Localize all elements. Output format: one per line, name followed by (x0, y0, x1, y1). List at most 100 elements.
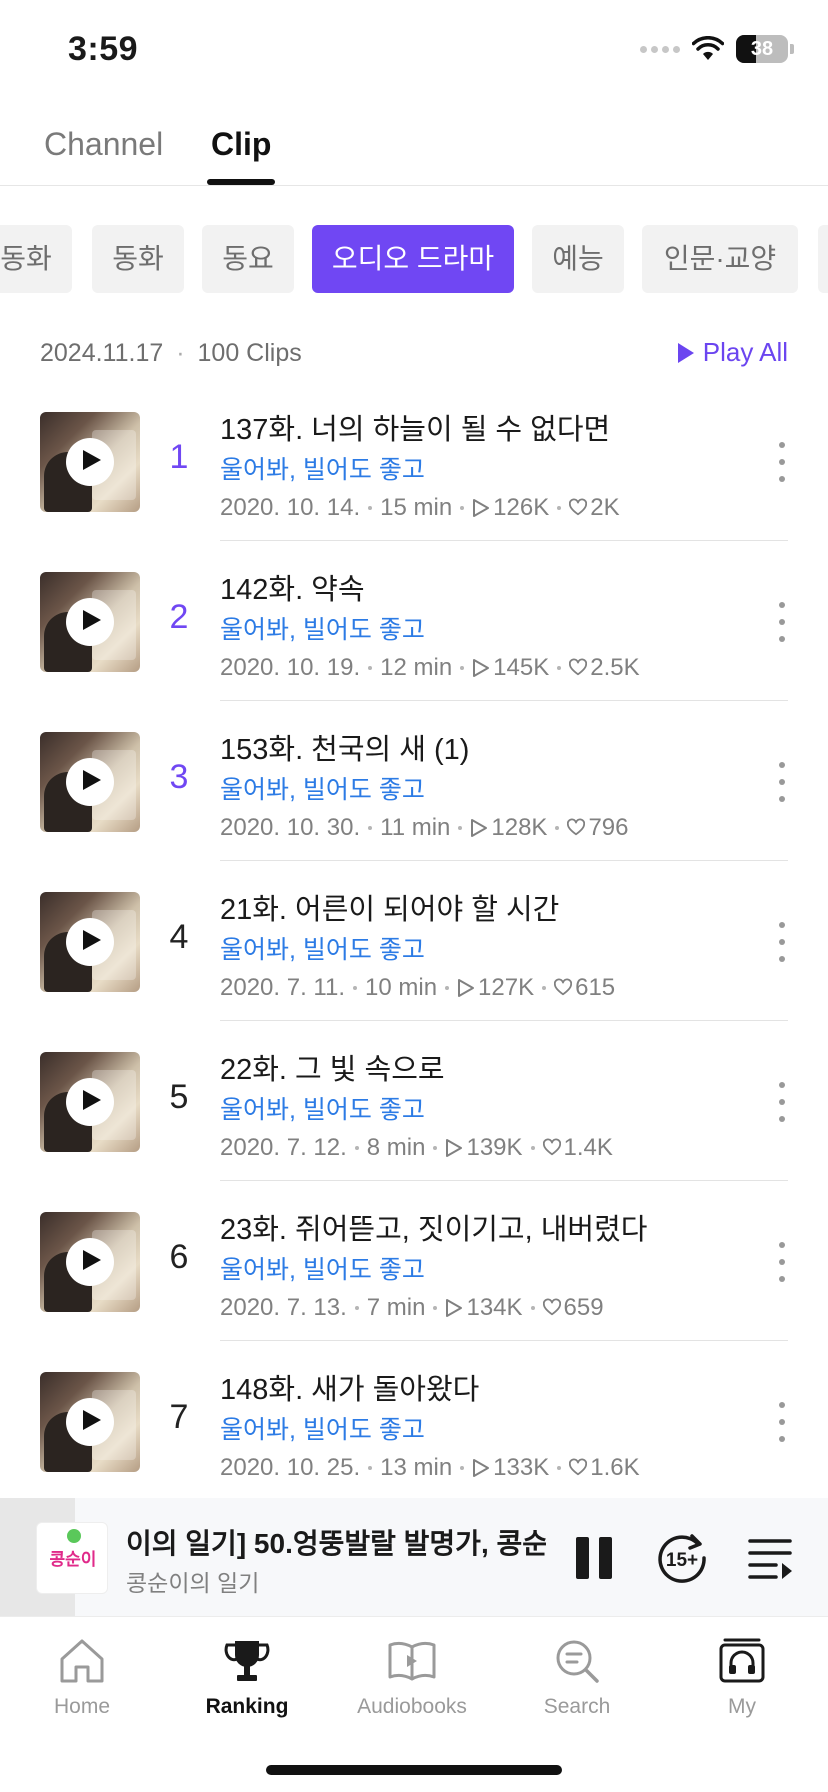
clip-likes: 2K (590, 494, 620, 521)
separator-dot (368, 506, 373, 510)
clip-meta: 2020. 7. 11. 10 min 127K 615 (220, 974, 615, 1002)
more-options-button[interactable] (770, 442, 794, 482)
play-icon (677, 342, 694, 363)
nav-ranking[interactable]: Ranking (187, 1635, 307, 1735)
playlist-button[interactable] (738, 1526, 802, 1590)
clip-title[interactable]: 137화. 너의 하늘이 될 수 없다면 (220, 406, 610, 448)
clip-thumbnail[interactable] (40, 892, 140, 992)
more-dot (779, 939, 785, 945)
clip-channel-link[interactable]: 울어봐, 빌어도 좋고 (220, 610, 425, 646)
skip-forward-15-button[interactable]: 15+ (650, 1526, 714, 1590)
battery-tip (790, 44, 794, 54)
mini-player-title[interactable]: 이의 일기] 50.엉뚱발랄 발명가, 콩순이 (126, 1522, 546, 1562)
clip-rank: 3 (169, 758, 189, 796)
clip-channel-link[interactable]: 울어봐, 빌어도 좋고 (220, 450, 425, 486)
clip-thumbnail[interactable] (40, 1372, 140, 1472)
mini-player-artwork[interactable]: 콩순이 (36, 1522, 108, 1594)
clip-plays: 126K (493, 494, 550, 521)
mini-player-subtitle: 콩순이의 일기 (126, 1570, 260, 1596)
clip-row[interactable]: 4 21화. 어른이 되어야 할 시간 울어봐, 빌어도 좋고 2020. 7. 11… (0, 880, 828, 1040)
play-count-icon (457, 978, 478, 998)
play-button[interactable] (66, 758, 114, 806)
more-options-button[interactable] (770, 922, 794, 962)
chip-category[interactable]: 동화 (0, 225, 72, 293)
chip-category[interactable]: 동화 (92, 225, 184, 293)
play-button[interactable] (66, 918, 114, 966)
separator-dot (368, 666, 373, 670)
clip-thumbnail[interactable] (40, 732, 140, 832)
separator-dot (368, 1466, 373, 1470)
clip-title[interactable]: 153화. 천국의 새 (1) (220, 726, 469, 768)
nav-label: Audiobooks (357, 1695, 467, 1718)
clip-row[interactable]: 7 148화. 새가 돌아왔다 울어봐, 빌어도 좋고 2020. 10. 25. 13… (0, 1360, 828, 1520)
chip-category-partial[interactable] (818, 225, 828, 293)
chip-category[interactable]: 예능 (532, 225, 624, 293)
more-dot (779, 619, 785, 625)
category-chips[interactable]: 동화 동화 동요 오디오 드라마 예능 인문·교양 (0, 225, 828, 293)
more-options-button[interactable] (770, 1082, 794, 1122)
clip-row[interactable]: 6 23화. 쥐어뜯고, 짓이기고, 내버렸다 울어봐, 빌어도 좋고 2020. 7… (0, 1200, 828, 1360)
pause-button[interactable] (562, 1526, 626, 1590)
more-options-button[interactable] (770, 602, 794, 642)
clip-thumbnail[interactable] (40, 1212, 140, 1312)
clip-channel-link[interactable]: 울어봐, 빌어도 좋고 (220, 930, 425, 966)
play-button[interactable] (66, 1078, 114, 1126)
clip-title[interactable]: 21화. 어른이 되어야 할 시간 (220, 886, 559, 928)
play-all-button[interactable]: Play All (677, 337, 788, 368)
battery-icon: 38 (736, 35, 788, 63)
clip-date: 2020. 7. 13. (220, 1294, 347, 1321)
clip-title[interactable]: 22화. 그 빛 속으로 (220, 1046, 445, 1088)
more-dot (779, 1242, 785, 1248)
clip-channel-link[interactable]: 울어봐, 빌어도 좋고 (220, 1410, 425, 1446)
clip-likes: 1.4K (563, 1134, 613, 1161)
clip-row[interactable]: 1 137화. 너의 하늘이 될 수 없다면 울어봐, 빌어도 좋고 2020. 10… (0, 400, 828, 560)
play-count-icon (445, 1298, 466, 1318)
nav-my[interactable]: My (682, 1635, 802, 1735)
clip-row[interactable]: 5 22화. 그 빛 속으로 울어봐, 빌어도 좋고 2020. 7. 12. 8 mi… (0, 1040, 828, 1200)
play-count-icon (472, 1458, 493, 1478)
clip-channel-link[interactable]: 울어봐, 빌어도 좋고 (220, 770, 425, 806)
chip-category[interactable]: 인문·교양 (642, 225, 798, 293)
tab-active-indicator (207, 179, 275, 185)
play-button[interactable] (66, 598, 114, 646)
clip-channel-link[interactable]: 울어봐, 빌어도 좋고 (220, 1250, 425, 1286)
clip-thumbnail[interactable] (40, 572, 140, 672)
tab-channel[interactable]: Channel (44, 126, 163, 163)
clip-meta: 2020. 10. 14. 15 min 126K 2K (220, 494, 620, 522)
mini-player[interactable]: 콩순이 이의 일기] 50.엉뚱발랄 발명가, 콩순이 콩순이의 일기 15+ (0, 1498, 828, 1616)
clip-duration: 7 min (366, 1294, 426, 1321)
clip-date: 2020. 7. 11. (220, 974, 345, 1001)
clip-row[interactable]: 3 153화. 천국의 새 (1) 울어봐, 빌어도 좋고 2020. 10. 30.… (0, 720, 828, 880)
nav-search[interactable]: Search (517, 1635, 637, 1735)
clip-likes: 2.5K (590, 654, 640, 681)
clip-row[interactable]: 2 142화. 약속 울어봐, 빌어도 좋고 2020. 10. 19. 12 min 1… (0, 560, 828, 720)
play-icon (78, 1089, 102, 1116)
nav-home[interactable]: Home (22, 1635, 142, 1735)
clip-date: 2020. 7. 12. (220, 1134, 347, 1161)
clip-thumbnail[interactable] (40, 412, 140, 512)
tab-clip[interactable]: Clip (211, 126, 271, 163)
separator-dot (530, 1306, 535, 1310)
separator-dot (555, 826, 560, 830)
play-button[interactable] (66, 1398, 114, 1446)
more-options-button[interactable] (770, 1242, 794, 1282)
clip-title[interactable]: 23화. 쥐어뜯고, 짓이기고, 내버렸다 (220, 1206, 647, 1248)
separator-dot (557, 666, 562, 670)
clip-channel-link[interactable]: 울어봐, 빌어도 좋고 (220, 1090, 425, 1126)
clip-count: 100 Clips (197, 339, 302, 367)
chip-category-selected[interactable]: 오디오 드라마 (312, 225, 514, 293)
nav-audiobooks[interactable]: Audiobooks (352, 1635, 472, 1735)
play-button[interactable] (66, 438, 114, 486)
nav-label: My (728, 1695, 756, 1718)
clip-thumbnail[interactable] (40, 1052, 140, 1152)
heart-icon (554, 978, 575, 998)
clip-title[interactable]: 142화. 약속 (220, 566, 365, 608)
separator-dot (460, 506, 465, 510)
more-options-button[interactable] (770, 1402, 794, 1442)
more-options-button[interactable] (770, 762, 794, 802)
clip-plays: 133K (493, 1454, 550, 1481)
clip-title[interactable]: 148화. 새가 돌아왔다 (220, 1366, 479, 1408)
chip-category[interactable]: 동요 (202, 225, 294, 293)
play-button[interactable] (66, 1238, 114, 1286)
clip-rank: 4 (169, 918, 189, 956)
